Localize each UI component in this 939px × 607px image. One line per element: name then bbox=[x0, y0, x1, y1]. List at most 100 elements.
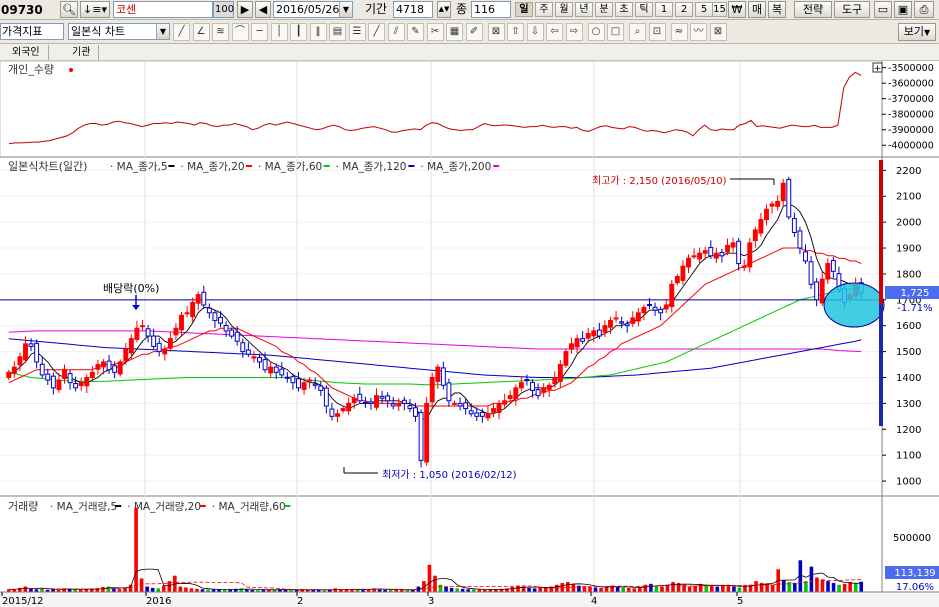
down-arrow-icon[interactable]: ⇩ bbox=[526, 23, 544, 41]
stock-code-field[interactable]: 09730 bbox=[0, 1, 60, 19]
candle-body bbox=[240, 342, 246, 353]
volume-bar bbox=[853, 582, 858, 592]
angle-icon[interactable]: ∠ bbox=[192, 23, 210, 41]
period-button-4[interactable]: 년 bbox=[575, 2, 593, 17]
vertical-line-icon[interactable]: │ bbox=[270, 23, 288, 41]
open-button[interactable]: ▭ bbox=[874, 1, 892, 18]
tab-institution[interactable]: 기관 bbox=[64, 45, 100, 60]
prev-button[interactable]: ◀ bbox=[255, 1, 271, 18]
clear-icon[interactable]: ⊠ bbox=[709, 23, 727, 41]
candle-body bbox=[78, 382, 84, 387]
circle-icon[interactable]: ○ bbox=[587, 23, 605, 41]
chevron-down-icon[interactable]: ▼ bbox=[339, 2, 352, 17]
investor-panel-frame bbox=[0, 61, 883, 158]
fan-icon[interactable]: ≋ bbox=[212, 23, 229, 41]
right-arrow-icon[interactable]: ⇨ bbox=[565, 23, 583, 41]
volume-bar bbox=[593, 587, 598, 592]
period-button-6[interactable]: 초 bbox=[615, 2, 633, 17]
candle-body bbox=[596, 329, 602, 337]
candle-body bbox=[574, 338, 580, 348]
stock-name-field[interactable]: 코센 bbox=[113, 1, 213, 18]
date-field[interactable]: 2016/05/26 ▼ bbox=[273, 1, 353, 18]
grid-icon[interactable]: ▤ bbox=[329, 23, 346, 41]
stock-chart[interactable]: 개인_수량 + -3500000 -3600000 -3700000 -3800000… bbox=[0, 61, 939, 607]
tab-foreigner[interactable]: 외국인 bbox=[4, 45, 49, 60]
period-button-10[interactable]: 5 bbox=[695, 2, 713, 17]
candle-body bbox=[39, 363, 45, 376]
cut-icon[interactable]: ✂ bbox=[426, 23, 444, 41]
candle-body bbox=[641, 307, 647, 314]
horizontal-line-icon[interactable]: ─ bbox=[251, 23, 268, 41]
lines-icon[interactable]: ☰ bbox=[348, 23, 366, 41]
price-axis-label-8: 1500 bbox=[896, 347, 921, 358]
period-button-9[interactable]: 2 bbox=[675, 2, 693, 17]
fill-icon[interactable]: ▦ bbox=[446, 23, 463, 41]
strategy-button[interactable]: 전략 bbox=[794, 1, 832, 18]
spin-icon: ▲▼ bbox=[438, 5, 450, 13]
zoom-icon[interactable]: ⌕ bbox=[629, 23, 646, 41]
box-icon[interactable]: ⊠ bbox=[487, 23, 505, 41]
candle-body bbox=[791, 218, 797, 233]
volume-bar bbox=[687, 586, 692, 592]
mid-input[interactable]: 116 bbox=[471, 1, 511, 18]
print-button[interactable]: ⎙ bbox=[914, 1, 934, 18]
view-button[interactable]: 보기▼ bbox=[898, 23, 936, 41]
ma5-line bbox=[8, 203, 862, 420]
volume-ma-legend-label-3: · MA_거래량,60 bbox=[212, 501, 286, 513]
double-vertical-icon[interactable]: ‖ bbox=[309, 23, 327, 41]
chart-type-select[interactable]: 일본식 차트 ▼ bbox=[68, 23, 170, 40]
time-axis-label-3: 2 bbox=[297, 596, 303, 607]
edit-icon[interactable]: ✐ bbox=[465, 23, 483, 41]
candle-body bbox=[106, 360, 112, 371]
sort-button[interactable]: ↓≡▾ bbox=[80, 1, 110, 18]
channel-icon[interactable]: ⫽ bbox=[387, 23, 405, 41]
down-arrow-icon bbox=[132, 305, 140, 310]
indicator-select[interactable]: 가격지표 bbox=[0, 23, 64, 40]
period-button-11[interactable]: 15 bbox=[712, 2, 727, 17]
square-icon[interactable]: □ bbox=[607, 23, 624, 41]
candle-body bbox=[825, 263, 831, 280]
volume-bar bbox=[444, 586, 448, 592]
period-button-2[interactable]: 주 bbox=[535, 2, 553, 17]
candle-body bbox=[45, 373, 51, 381]
volume-bar bbox=[449, 587, 454, 592]
period-button-1[interactable]: 일 bbox=[515, 2, 533, 17]
curve-icon[interactable]: 〰 bbox=[690, 23, 707, 41]
candle-body bbox=[374, 395, 379, 408]
volume-bar bbox=[770, 584, 775, 592]
candle-body bbox=[524, 379, 530, 382]
ma-legend-label-1: · MA_종가,5 bbox=[110, 161, 168, 173]
quantity-field[interactable]: 100 bbox=[213, 1, 234, 18]
chevron-down-icon[interactable]: ▼ bbox=[156, 24, 169, 39]
save-button[interactable]: ▣ bbox=[894, 1, 912, 18]
candle-body bbox=[613, 317, 619, 320]
period-button-8[interactable]: 1 bbox=[655, 2, 673, 17]
currency-button[interactable]: ₩ bbox=[728, 1, 746, 18]
buy-button[interactable]: 매 bbox=[748, 1, 766, 18]
candle-body bbox=[212, 312, 218, 322]
period-button-3[interactable]: 월 bbox=[555, 2, 573, 17]
spin-button[interactable]: ▲▼ bbox=[437, 1, 451, 18]
volume-bar bbox=[754, 581, 758, 592]
complex-button[interactable]: 복 bbox=[768, 1, 786, 18]
trend-icon[interactable]: ╱ bbox=[368, 23, 385, 41]
candle-body bbox=[257, 357, 262, 363]
select-icon[interactable]: ⊡ bbox=[648, 23, 666, 41]
wave-icon[interactable]: ≈ bbox=[670, 23, 688, 41]
candle-body bbox=[329, 408, 335, 417]
bold-vertical-icon[interactable]: ┃ bbox=[290, 23, 307, 41]
period-button-5[interactable]: 분 bbox=[595, 2, 613, 17]
search-button[interactable]: 🔍︎ bbox=[60, 1, 78, 18]
volume-bar bbox=[737, 587, 742, 592]
pen-icon[interactable]: ✎ bbox=[407, 23, 424, 41]
period-button-7[interactable]: 틱 bbox=[635, 2, 653, 17]
up-arrow-icon[interactable]: ⇧ bbox=[507, 23, 524, 41]
left-arrow-icon[interactable]: ⇦ bbox=[546, 23, 563, 41]
candle-body bbox=[301, 382, 307, 390]
candle-body bbox=[179, 314, 184, 331]
line-icon[interactable]: ╱ bbox=[173, 23, 190, 41]
next-button[interactable]: ▶ bbox=[237, 1, 253, 18]
arc-icon[interactable]: ⌒ bbox=[231, 23, 249, 41]
tools-button[interactable]: 도구 bbox=[834, 1, 870, 18]
period-input[interactable]: 4718 bbox=[393, 1, 433, 18]
